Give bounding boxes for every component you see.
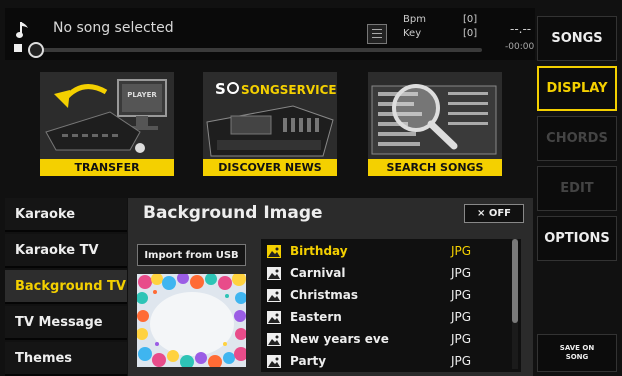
chords-button[interactable]: CHORDS — [537, 116, 617, 161]
nav-item-background-tv[interactable]: Background TV — [5, 270, 127, 304]
save-on-song-button[interactable]: SAVE ON SONG — [537, 334, 617, 372]
image-file-icon — [267, 244, 281, 258]
file-type: JPG — [451, 244, 472, 258]
svg-text:S: S — [215, 80, 226, 98]
seek-bar[interactable] — [35, 48, 482, 52]
image-preview — [137, 274, 246, 367]
search-songs-label: SEARCH SONGS — [368, 159, 502, 176]
discover-news-banner[interactable]: S SONGSERVICE DISCOVER NEWS — [203, 72, 337, 176]
time-remaining: -00:00 — [505, 42, 535, 52]
lyrics-list-icon[interactable] — [367, 24, 387, 44]
display-button[interactable]: DISPLAY — [537, 66, 617, 111]
right-panel: SONGS DISPLAY CHORDS EDIT OPTIONS SAVE O… — [537, 8, 617, 376]
seek-handle[interactable] — [28, 42, 44, 58]
songs-button[interactable]: SONGS — [537, 16, 617, 61]
discover-illustration: S SONGSERVICE — [203, 72, 337, 160]
nav-item-themes[interactable]: Themes — [5, 342, 127, 376]
stop-button[interactable] — [14, 44, 22, 52]
list-item[interactable]: Eastern JPG — [261, 306, 511, 328]
image-file-icon — [267, 288, 281, 302]
app-screen: No song selected Bpm [0] Key [0] --.-- -… — [0, 0, 622, 376]
bpm-value: [0] — [463, 14, 478, 25]
image-file-icon — [267, 266, 281, 280]
time-display: --.-- — [510, 22, 532, 36]
file-type: JPG — [451, 332, 472, 346]
options-button[interactable]: OPTIONS — [537, 216, 617, 261]
list-item[interactable]: Christmas JPG — [261, 284, 511, 306]
song-title: No song selected — [53, 20, 174, 36]
bpm-label: Bpm — [403, 14, 426, 25]
file-type: JPG — [451, 354, 472, 368]
discover-news-label: DISCOVER NEWS — [203, 159, 337, 176]
file-name: Party — [290, 354, 327, 368]
image-file-icon — [267, 332, 281, 346]
music-note-icon — [16, 22, 28, 38]
search-songs-banner[interactable]: SEARCH SONGS — [368, 72, 502, 176]
player-bar: No song selected Bpm [0] Key [0] --.-- -… — [5, 8, 535, 60]
scrollbar-thumb[interactable] — [512, 239, 518, 323]
file-name: Carnival — [290, 266, 346, 280]
nav-item-tv-message[interactable]: TV Message — [5, 306, 127, 340]
key-value: [0] — [463, 28, 478, 39]
transfer-label: TRANSFER — [40, 159, 174, 176]
file-list[interactable]: Birthday JPG Carnival JPG Christmas JPG … — [261, 239, 521, 372]
file-name: Birthday — [290, 244, 348, 258]
file-name: Eastern — [290, 310, 342, 324]
file-name: Christmas — [290, 288, 359, 302]
edit-button[interactable]: EDIT — [537, 166, 617, 211]
list-item[interactable]: New years eve JPG — [261, 328, 511, 350]
save-on-song-label-line2: SONG — [565, 353, 589, 361]
file-type: JPG — [451, 288, 472, 302]
list-item[interactable]: Carnival JPG — [261, 262, 511, 284]
transfer-banner[interactable]: PLAYER TRANSFER — [40, 72, 174, 176]
left-nav: Karaoke Karaoke TV Background TV TV Mess… — [5, 198, 127, 376]
nav-item-karaoke[interactable]: Karaoke — [5, 198, 127, 232]
file-name: New years eve — [290, 332, 389, 346]
import-from-usb-button[interactable]: Import from USB — [137, 244, 246, 266]
file-type: JPG — [451, 310, 472, 324]
image-file-icon — [267, 310, 281, 324]
nav-item-karaoke-tv[interactable]: Karaoke TV — [5, 234, 127, 268]
off-button[interactable]: × OFF — [464, 204, 524, 223]
image-file-icon — [267, 354, 281, 368]
list-item[interactable]: Birthday JPG — [261, 240, 511, 262]
file-type: JPG — [451, 266, 472, 280]
key-label: Key — [403, 28, 422, 39]
save-on-song-label-line1: SAVE ON — [559, 344, 595, 352]
scrollbar[interactable] — [512, 239, 518, 369]
song-service-text: SONGSERVICE — [241, 83, 337, 97]
background-image-panel: Background Image × OFF Import from USB B… — [128, 198, 533, 376]
transfer-illustration: PLAYER — [40, 72, 174, 160]
svg-text:PLAYER: PLAYER — [127, 91, 157, 99]
list-item[interactable]: Party JPG — [261, 350, 511, 372]
page-title: Background Image — [143, 203, 323, 223]
search-illustration — [368, 72, 502, 160]
